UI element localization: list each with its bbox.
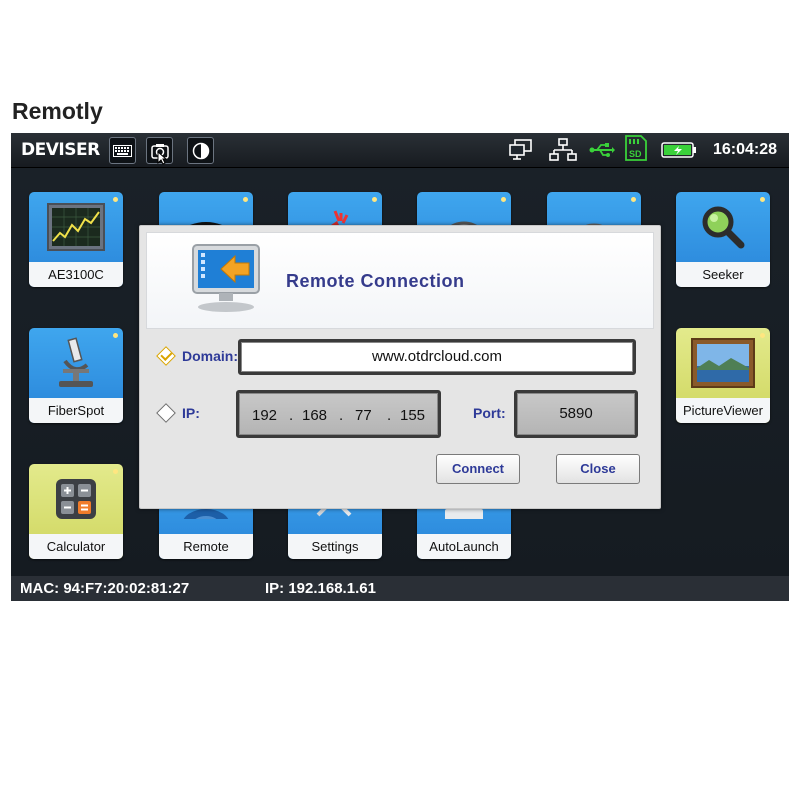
app-label: Seeker: [676, 262, 770, 287]
dialog-header: Remote Connection: [146, 232, 654, 329]
remote-connection-dialog: Remote Connection Domain: www.otdrcloud.…: [139, 225, 661, 509]
remote-connection-icon: [192, 244, 260, 312]
sd-card-icon: SD: [625, 135, 647, 161]
clock: 16:04:28: [712, 141, 777, 158]
app-ae3100c[interactable]: AE3100C: [29, 192, 123, 287]
ip-octet-3: 77: [355, 407, 372, 424]
status-bar: MAC: 94:F7:20:02:81:27 IP: 192.168.1.61: [11, 576, 789, 601]
port-label: Port:: [473, 405, 506, 421]
ip-dot: .: [387, 407, 392, 424]
brand-logo: DEVISER: [21, 140, 100, 160]
network-icon: [549, 138, 577, 161]
ip-address: IP: 192.168.1.61: [265, 580, 376, 597]
app-label: AutoLaunch: [417, 534, 511, 559]
contrast-icon: [192, 142, 209, 159]
caption-title: Remotly: [12, 98, 103, 124]
contrast-button[interactable]: [187, 137, 214, 164]
ip-dot: .: [339, 407, 344, 424]
ip-dot: .: [289, 407, 294, 424]
connect-button[interactable]: Connect: [436, 454, 520, 484]
app-calculator[interactable]: Calculator: [29, 464, 123, 559]
spectrum-chart-icon: [29, 192, 123, 262]
calculator-icon: [29, 464, 123, 534]
ip-input[interactable]: 192 . 168 . 77 . 155: [236, 390, 441, 438]
remote-display-icon: [508, 139, 534, 161]
mac-address: MAC: 94:F7:20:02:81:27: [20, 580, 190, 597]
usb-icon: [589, 139, 615, 161]
ip-octet-1: 192: [252, 407, 278, 424]
dialog-title: Remote Connection: [286, 271, 465, 291]
ip-radio[interactable]: [156, 403, 176, 423]
magnifier-icon: [676, 192, 770, 262]
ip-label: IP:: [182, 405, 200, 421]
close-button[interactable]: Close: [556, 454, 640, 484]
domain-input[interactable]: www.otdrcloud.com: [238, 339, 636, 375]
app-label: FiberSpot: [29, 398, 123, 423]
keyboard-button[interactable]: [109, 137, 136, 164]
keyboard-icon: [113, 144, 132, 157]
app-label: Calculator: [29, 534, 123, 559]
app-fiberspot[interactable]: FiberSpot: [29, 328, 123, 423]
microscope-icon: [29, 328, 123, 398]
app-pictureviewer[interactable]: PictureViewer: [676, 328, 770, 423]
picture-icon: [676, 328, 770, 398]
ip-octet-2: 168: [302, 407, 328, 424]
domain-radio[interactable]: [156, 346, 176, 366]
app-label: AE3100C: [29, 262, 123, 287]
ip-octet-4: 155: [400, 407, 426, 424]
port-input[interactable]: 5890: [514, 390, 638, 438]
svg-text:SD: SD: [629, 149, 642, 159]
top-bar: DEVISER SD 16:04:28: [11, 133, 789, 168]
app-label: Remote: [159, 534, 253, 559]
app-seeker[interactable]: Seeker: [676, 192, 770, 287]
domain-label: Domain:: [182, 348, 238, 364]
battery-icon: [661, 139, 697, 161]
app-label: Settings: [288, 534, 382, 559]
app-label: PictureViewer: [676, 398, 770, 423]
cursor-icon: [157, 151, 167, 165]
